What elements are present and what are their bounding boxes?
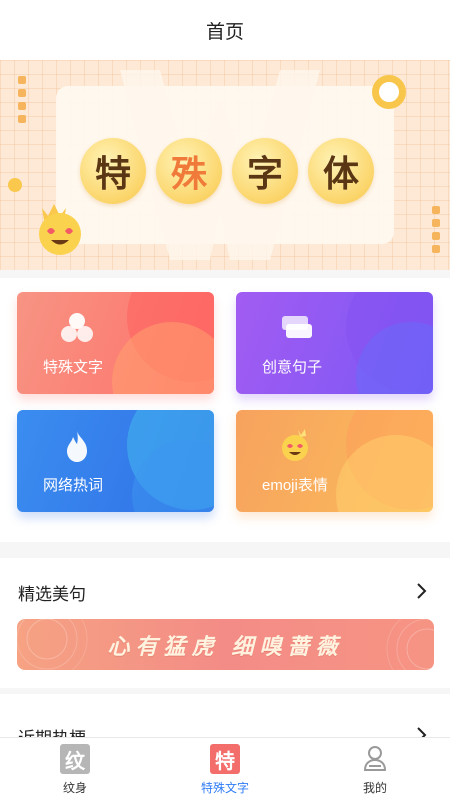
heart-eyes-emoji-icon: [39, 204, 81, 255]
page-header: 首页: [0, 0, 450, 60]
special-text-icon: 特: [210, 744, 240, 774]
banner-title-char: 体: [308, 138, 374, 204]
featured-section: 精选美句 心有猛虎 细嗅蔷薇: [0, 558, 450, 688]
page-title: 首页: [205, 21, 244, 43]
bubbles-icon: [61, 313, 93, 342]
banner-title-char: 字: [232, 138, 298, 204]
tab-mine[interactable]: 我的: [325, 744, 425, 798]
section-title: 精选美句: [18, 585, 86, 604]
featured-quote-text: 心有猛虎 细嗅蔷薇: [107, 633, 344, 659]
tab-tattoo[interactable]: 纹 纹身: [25, 744, 125, 798]
tile-label: 创意句子: [262, 359, 323, 376]
tab-special-text[interactable]: 特 特殊文字: [175, 744, 275, 798]
category-grid: 特殊文字 创意句子 网络热词 emoji表情: [0, 278, 450, 542]
tile-label: 特殊文字: [43, 359, 104, 376]
tile-creative-sentences[interactable]: 创意句子: [236, 292, 433, 394]
emoji-face-icon: [282, 429, 308, 461]
banner-title-char: 殊: [156, 138, 222, 204]
tile-special-text[interactable]: 特殊文字: [17, 292, 214, 394]
user-profile-icon: [363, 746, 387, 771]
tattoo-icon: 纹: [60, 744, 90, 774]
banner-title: 特 殊 字 体: [80, 138, 380, 208]
flame-icon: [67, 431, 87, 462]
tab-label: 我的: [362, 781, 387, 795]
banner-circles-decoration: [386, 619, 434, 670]
chevron-right-icon[interactable]: [412, 582, 430, 600]
banner-circles-decoration: [17, 619, 88, 670]
tile-label: emoji表情: [262, 477, 328, 494]
tile-emoji[interactable]: emoji表情: [236, 410, 433, 512]
hero-banner[interactable]: 特 殊 字 体: [0, 60, 450, 270]
banner-title-char: 特: [80, 138, 146, 204]
tile-internet-buzzwords[interactable]: 网络热词: [17, 410, 214, 512]
tab-label: 特殊文字: [200, 781, 249, 795]
cards-icon: [282, 316, 312, 338]
featured-quote-banner[interactable]: 心有猛虎 细嗅蔷薇: [17, 619, 434, 670]
banner-ball-decoration: [8, 178, 22, 192]
bottom-tab-bar: 纹 纹身 特 特殊文字 我的: [0, 737, 450, 800]
banner-ring-decoration: [372, 75, 406, 109]
banner-dots-left: [18, 76, 28, 128]
tab-label: 纹身: [62, 781, 87, 795]
tile-label: 网络热词: [43, 477, 104, 494]
banner-dots-right: [432, 206, 442, 258]
